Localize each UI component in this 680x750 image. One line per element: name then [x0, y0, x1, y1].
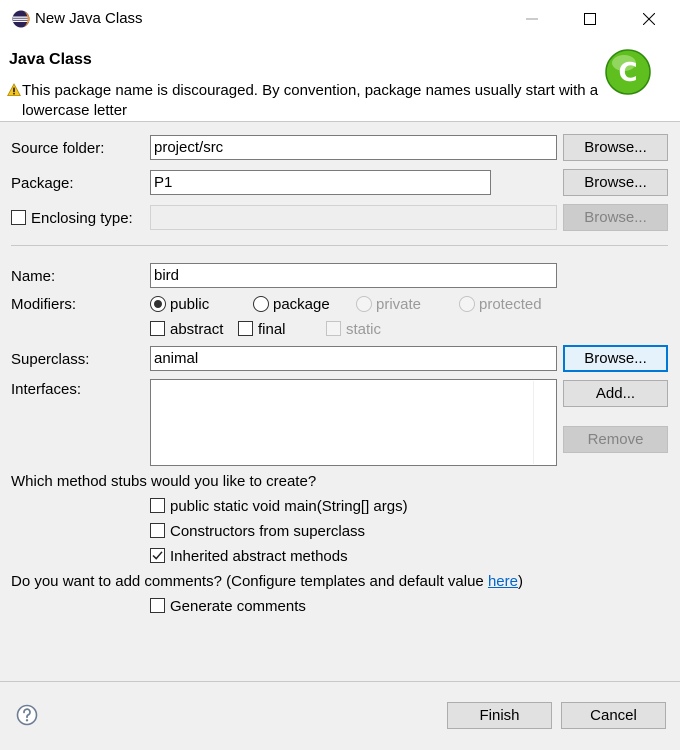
title-bar: New Java Class: [0, 0, 680, 38]
modifier-final-checkbox[interactable]: [238, 321, 253, 336]
stub-inherited-label: Inherited abstract methods: [170, 548, 348, 565]
section-divider: [11, 245, 668, 246]
configure-templates-link[interactable]: here: [488, 573, 518, 590]
minimize-button[interactable]: [503, 0, 561, 38]
cancel-button[interactable]: Cancel: [561, 702, 666, 729]
warning-icon: [7, 83, 21, 96]
source-folder-browse-button[interactable]: Browse...: [563, 134, 668, 161]
modifier-public-radio[interactable]: [150, 296, 166, 312]
package-field[interactable]: P1: [150, 170, 491, 195]
generate-comments-checkbox[interactable]: [150, 598, 165, 613]
interfaces-label: Interfaces:: [11, 381, 82, 398]
name-label: Name:: [11, 268, 56, 285]
stub-main-label: public static void main(String[] args): [170, 498, 408, 515]
enclosing-type-browse-button: Browse...: [563, 204, 668, 231]
wizard-banner: Java Class This package name is discoura…: [0, 38, 680, 122]
interfaces-add-button[interactable]: Add...: [563, 380, 668, 407]
superclass-field[interactable]: animal: [150, 346, 557, 371]
checkmark-icon: [152, 551, 163, 560]
footer-divider: [0, 681, 680, 682]
generate-comments-label: Generate comments: [170, 598, 306, 615]
interfaces-list-scroll-divider: [533, 381, 534, 464]
window-title: New Java Class: [35, 10, 143, 27]
warning-message: This package name is discouraged. By con…: [22, 82, 599, 119]
modifier-package-radio[interactable]: [253, 296, 269, 312]
stub-inherited-checkbox[interactable]: [150, 548, 165, 563]
modifier-static-checkbox: [326, 321, 341, 336]
maximize-button[interactable]: [561, 0, 619, 38]
enclosing-type-label: Enclosing type:: [31, 210, 133, 227]
package-browse-button[interactable]: Browse...: [563, 169, 668, 196]
close-icon: [643, 13, 655, 25]
eclipse-app-icon: [12, 10, 30, 28]
modifier-private-label: private: [376, 296, 422, 313]
stub-constructors-label: Constructors from superclass: [170, 523, 366, 540]
page-title: Java Class: [9, 51, 92, 68]
modifier-package-label: package: [273, 296, 330, 313]
modifier-abstract-checkbox[interactable]: [150, 321, 165, 336]
modifier-protected-label: protected: [479, 296, 542, 313]
name-field[interactable]: bird: [150, 263, 557, 288]
modifier-static-label: static: [346, 321, 382, 338]
comments-question: Do you want to add comments? (Configure …: [11, 573, 523, 590]
maximize-icon: [584, 13, 596, 25]
superclass-browse-button[interactable]: Browse...: [563, 345, 668, 372]
interfaces-remove-button: Remove: [563, 426, 668, 453]
finish-button[interactable]: Finish: [447, 702, 552, 729]
package-label: Package:: [11, 175, 74, 192]
modifier-private-radio: [356, 296, 372, 312]
stub-main-checkbox[interactable]: [150, 498, 165, 513]
modifier-protected-radio: [459, 296, 475, 312]
comments-question-close: ): [517, 573, 523, 590]
modifier-public-label: public: [170, 296, 210, 313]
superclass-label: Superclass:: [11, 351, 90, 368]
minimize-icon: [526, 18, 538, 20]
radio-selected-dot: [154, 300, 162, 308]
comments-question-text: Do you want to add comments? (Configure …: [11, 573, 488, 590]
class-badge-icon: C: [605, 49, 651, 95]
enclosing-type-checkbox[interactable]: [11, 210, 26, 225]
help-icon[interactable]: [16, 704, 38, 726]
close-button[interactable]: [620, 0, 678, 38]
method-stubs-question: Which method stubs would you like to cre…: [11, 473, 317, 490]
class-badge-letter: C: [618, 58, 637, 88]
modifier-abstract-label: abstract: [170, 321, 224, 338]
source-folder-field[interactable]: project/src: [150, 135, 557, 160]
modifiers-label: Modifiers:: [11, 296, 77, 313]
modifier-final-label: final: [258, 321, 286, 338]
stub-constructors-checkbox[interactable]: [150, 523, 165, 538]
enclosing-type-field: [150, 205, 557, 230]
interfaces-list[interactable]: [150, 379, 557, 466]
source-folder-label: Source folder:: [11, 140, 105, 157]
